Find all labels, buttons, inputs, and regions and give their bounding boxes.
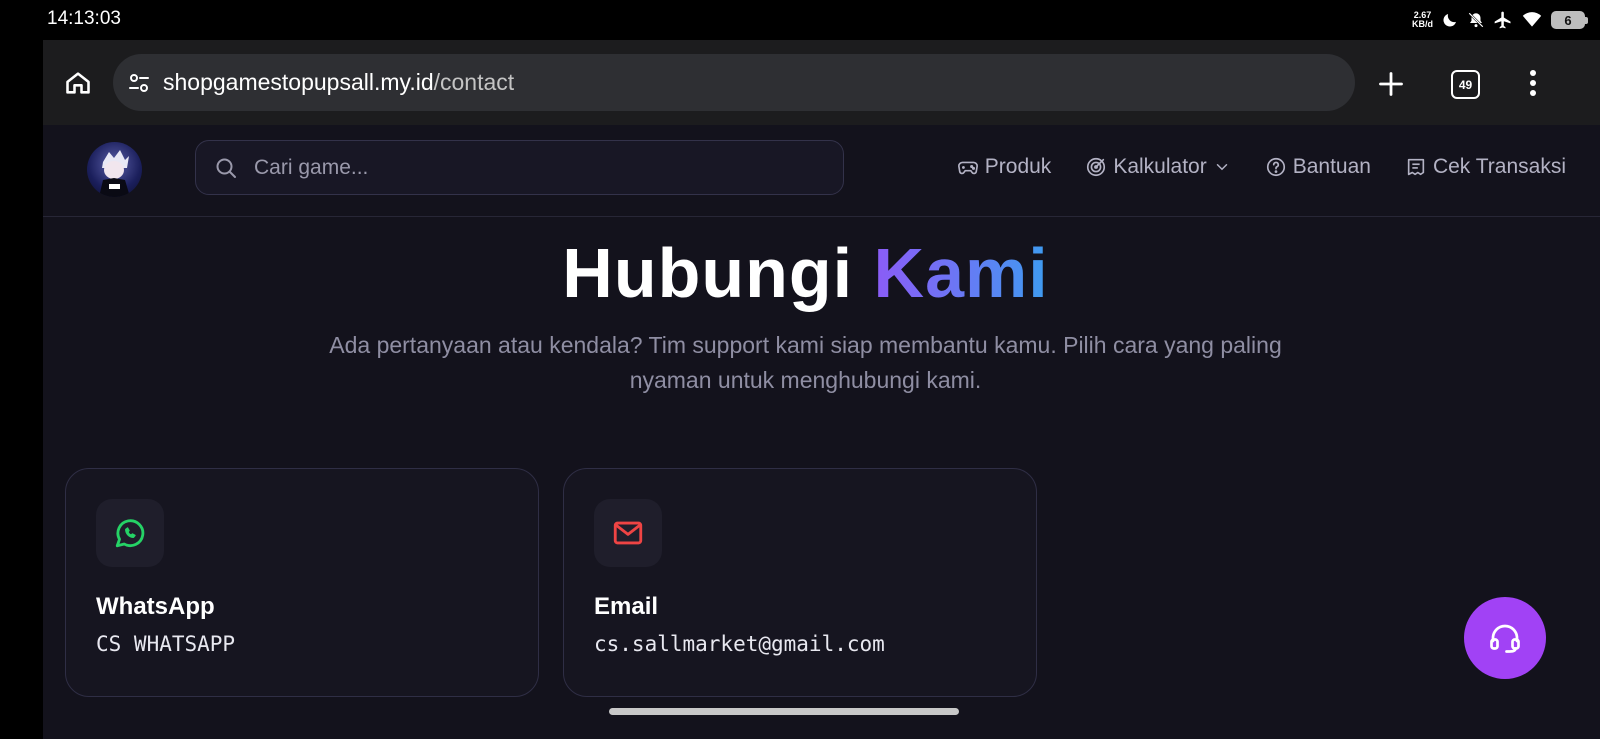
url-domain: shopgamestopupsall.my.id: [163, 69, 434, 95]
plus-icon: [1379, 72, 1403, 96]
contact-card-email[interactable]: Email cs.sallmarket@gmail.com: [563, 468, 1037, 697]
nav-cek-transaksi[interactable]: Cek Transaksi: [1405, 155, 1566, 179]
gesture-home-indicator[interactable]: [609, 708, 959, 715]
website-content: Produk Kalkulator Bantuan Cek Transaksi …: [43, 125, 1600, 739]
battery-level: 6: [1551, 11, 1585, 29]
logo-character-image: [99, 150, 130, 197]
browser-toolbar: shopgamestopupsall.my.id/contact 49: [43, 40, 1600, 126]
mail-icon: [613, 521, 643, 545]
game-search[interactable]: [195, 140, 844, 195]
support-chat-button[interactable]: [1464, 597, 1546, 679]
headset-icon: [1490, 624, 1520, 653]
gamepad-icon: [957, 161, 978, 175]
home-button[interactable]: [61, 66, 95, 100]
network-speed: 2.67 KB/d: [1412, 11, 1433, 29]
more-vertical-icon: [1530, 70, 1536, 96]
new-tab-button[interactable]: [1373, 66, 1409, 102]
airplane-icon: [1494, 11, 1511, 29]
device-screen: 14:13:03 2.67 KB/d 6 shopgamestopupsall.: [43, 0, 1600, 739]
chevron-down-icon: [1216, 164, 1227, 171]
url-text[interactable]: shopgamestopupsall.my.id/contact: [163, 69, 514, 96]
page-subtitle: Ada pertanyaan atau kendala? Tim support…: [329, 332, 1282, 393]
home-icon: [66, 72, 90, 94]
site-logo[interactable]: [87, 142, 142, 197]
contact-card-whatsapp[interactable]: WhatsApp CS WHATSAPP: [65, 468, 539, 697]
nav-bantuan-label: Bantuan: [1292, 155, 1371, 178]
wifi-icon: [1522, 12, 1542, 27]
nav-kalkulator-label: Kalkulator: [1113, 155, 1207, 178]
search-input[interactable]: [252, 154, 816, 181]
status-time: 14:13:03: [47, 8, 121, 29]
bell-off-icon: [1468, 12, 1484, 28]
nav-cek-transaksi-label: Cek Transaksi: [1432, 155, 1566, 178]
left-black-edge: [0, 0, 43, 739]
target-icon: [1087, 157, 1106, 177]
browser-menu-button[interactable]: [1523, 64, 1543, 102]
whatsapp-icon: [115, 519, 145, 548]
email-title: Email: [594, 593, 659, 620]
nav-kalkulator[interactable]: Kalkulator: [1085, 155, 1230, 179]
nav-produk[interactable]: Produk: [957, 155, 1052, 179]
network-speed-unit: KB/d: [1412, 19, 1433, 29]
whatsapp-title: WhatsApp: [96, 593, 215, 620]
site-settings-icon[interactable]: [127, 71, 151, 95]
search-icon: [216, 158, 236, 178]
whatsapp-value: CS WHATSAPP: [96, 632, 236, 656]
nav-links: Produk Kalkulator Bantuan Cek Transaksi: [957, 155, 1566, 179]
address-bar[interactable]: shopgamestopupsall.my.id/contact: [113, 54, 1355, 111]
title-accent: Kami: [873, 234, 1049, 312]
nav-bantuan[interactable]: Bantuan: [1265, 155, 1371, 179]
email-value: cs.sallmarket@gmail.com: [594, 632, 885, 656]
receipt-icon: [1407, 158, 1425, 176]
status-icons: 2.67 KB/d 6: [1412, 10, 1588, 30]
tab-switcher-button[interactable]: 49: [1451, 70, 1480, 99]
url-path: /contact: [433, 69, 515, 95]
status-bar: 14:13:03 2.67 KB/d 6: [43, 0, 1600, 40]
page-title: Hubungi Kami: [43, 233, 1568, 313]
site-navbar: Produk Kalkulator Bantuan Cek Transaksi: [43, 125, 1600, 217]
nav-produk-label: Produk: [984, 155, 1052, 178]
whatsapp-icon-container: [96, 499, 164, 567]
battery-indicator: 6: [1551, 11, 1588, 29]
moon-icon: [1443, 14, 1456, 27]
title-plain: Hubungi: [562, 234, 874, 312]
mail-icon-container: [594, 499, 662, 567]
help-circle-icon: [1266, 157, 1285, 177]
